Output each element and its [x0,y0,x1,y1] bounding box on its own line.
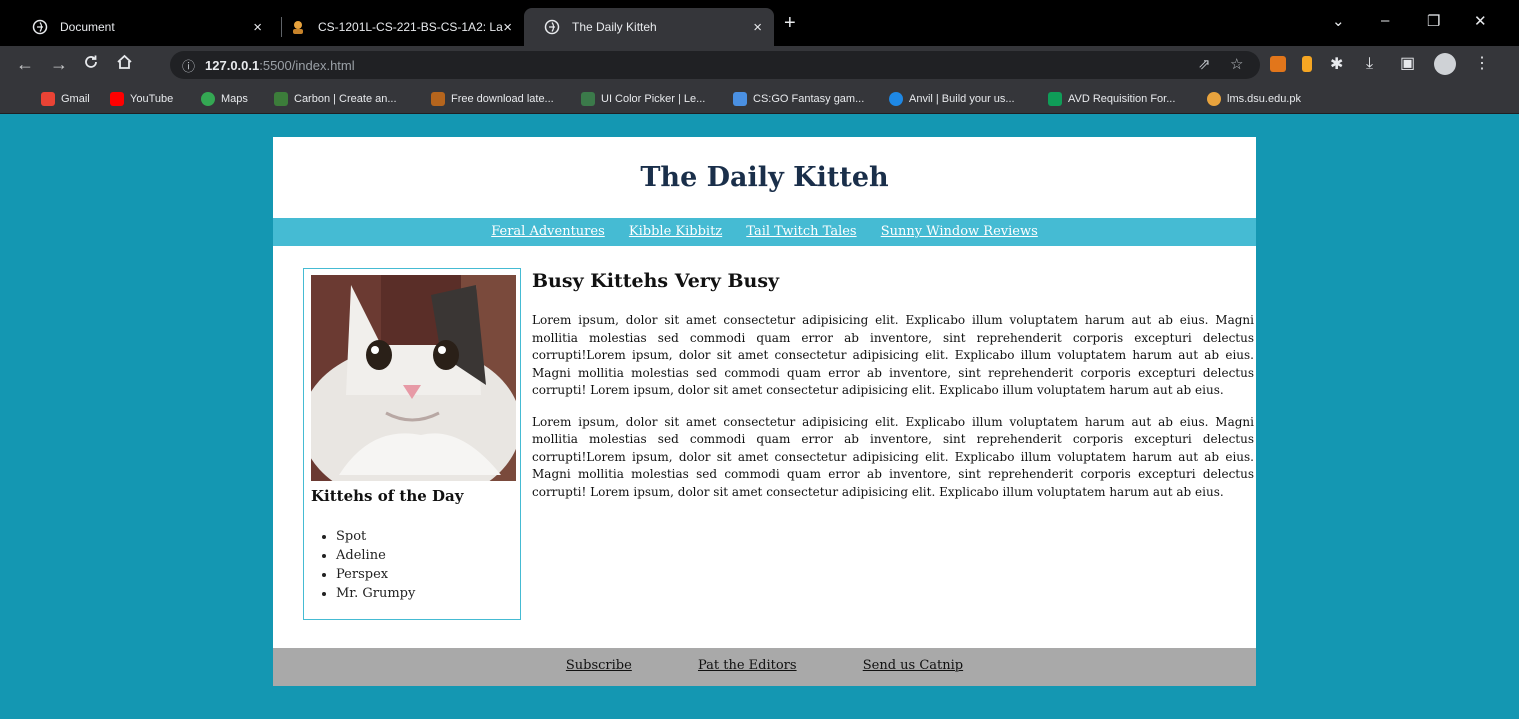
nav-link-feral-adventures[interactable]: Feral Adventures [491,224,605,239]
tab-lms[interactable]: CS-1201L-CS-221-BS-CS-1A2: La × [276,8,524,46]
tab-search-icon[interactable]: ⌄ [1332,12,1345,30]
bookmarks-bar: Gmail YouTube Maps Carbon | Create an...… [0,84,1519,114]
lms-icon [1207,92,1221,106]
minimize-button[interactable]: – [1381,12,1389,29]
extensions-puzzle-icon[interactable]: ✱ [1330,55,1343,75]
article-paragraph: Lorem ipsum, dolor sit amet consectetur … [532,313,1254,397]
nav-link-kibble-kibbitz[interactable]: Kibble Kibbitz [629,224,722,239]
nav-link-sunny-window-reviews[interactable]: Sunny Window Reviews [881,224,1038,239]
article: Busy Kittehs Very Busy Lorem ipsum, dolo… [532,268,1254,515]
kitten-list: Spot Adeline Perspex Mr. Grumpy [336,527,415,603]
footer-link-pat-the-editors[interactable]: Pat the Editors [698,658,797,673]
bookmark-ui-color-picker[interactable]: UI Color Picker | Le... [581,90,705,108]
list-item: Adeline [336,546,415,565]
metamask-extension-icon[interactable] [1270,56,1286,72]
cat-photo [311,275,516,481]
page-viewport: The Daily Kitteh Feral Adventures Kibble… [0,114,1519,719]
menu-kebab-icon[interactable]: ⋮ [1474,54,1490,74]
browser-toolbar: ← → ⓘ 127.0.0.1:5500/index.html ⇗ ☆ ✱ ⤓ … [0,46,1519,84]
tab-title: CS-1201L-CS-221-BS-CS-1A2: La [318,20,503,34]
globe-icon [32,19,48,35]
bookmark-gmail[interactable]: Gmail [41,90,90,108]
page-container: The Daily Kitteh Feral Adventures Kibble… [273,137,1256,686]
profile-avatar[interactable] [1434,53,1456,75]
bookmark-star-icon[interactable]: ☆ [1230,55,1243,73]
tab-title: Document [60,20,115,34]
close-tab-icon[interactable]: × [253,19,262,36]
list-item: Mr. Grumpy [336,584,415,603]
address-bar[interactable]: ⓘ 127.0.0.1:5500/index.html ⇗ ☆ [170,51,1260,79]
article-paragraph: Lorem ipsum, dolor sit amet consectetur … [532,414,1254,499]
sidebar-heading: Kittehs of the Day [311,487,464,505]
youtube-icon [110,92,124,106]
bookmark-free-download[interactable]: Free download late... [431,90,554,108]
download-site-icon [431,92,445,106]
list-item: Perspex [336,565,415,584]
list-item: Spot [336,527,415,546]
site-info-icon[interactable]: ⓘ [182,56,195,75]
bookmark-avd-requisition[interactable]: AVD Requisition For... [1048,90,1175,108]
home-icon[interactable] [116,54,133,74]
bookmark-csgo-fantasy[interactable]: CS:GO Fantasy gam... [733,90,864,108]
csgo-icon [733,92,747,106]
main-nav: Feral Adventures Kibble Kibbitz Tail Twi… [273,218,1256,246]
forward-arrow-icon[interactable]: → [50,54,68,74]
article-heading: Busy Kittehs Very Busy [532,270,780,292]
bookmark-maps[interactable]: Maps [201,90,248,108]
anvil-icon [889,92,903,106]
site-title: The Daily Kitteh [640,162,889,193]
bookmark-youtube[interactable]: YouTube [110,90,173,108]
footer: Subscribe Pat the Editors Send us Catnip [273,648,1256,686]
back-arrow-icon[interactable]: ← [16,54,34,74]
maps-icon [201,92,215,106]
color-picker-icon [581,92,595,106]
address-url: 127.0.0.1:5500/index.html [205,57,355,73]
restore-button[interactable]: ❐ [1427,12,1440,30]
share-icon[interactable]: ⇗ [1198,55,1211,73]
bookmark-carbon[interactable]: Carbon | Create an... [274,90,397,108]
tab-title: The Daily Kitteh [572,20,657,34]
bookmark-lms-dsu[interactable]: lms.dsu.edu.pk [1207,90,1301,108]
extension-icon[interactable] [1302,56,1312,72]
carbon-icon [274,92,288,106]
footer-link-subscribe[interactable]: Subscribe [566,658,632,673]
close-window-button[interactable]: ✕ [1474,12,1487,30]
bookmark-anvil[interactable]: Anvil | Build your us... [889,90,1015,108]
tab-strip: Document × CS-1201L-CS-221-BS-CS-1A2: La… [0,0,1519,46]
sidebar: Kittehs of the Day Spot Adeline Perspex … [303,268,521,620]
lms-favicon-icon [290,19,306,35]
globe-icon [544,19,560,35]
tab-daily-kitteh[interactable]: The Daily Kitteh × [524,8,774,46]
gmail-icon [41,92,55,106]
nav-link-tail-twitch-tales[interactable]: Tail Twitch Tales [746,224,856,239]
close-tab-icon[interactable]: × [503,19,512,36]
close-tab-icon[interactable]: × [753,19,762,36]
sheets-icon [1048,92,1062,106]
download-icon[interactable]: ⤓ [1366,54,1373,74]
new-tab-button[interactable]: + [784,12,796,35]
side-panel-icon[interactable]: ▣ [1400,54,1415,74]
reload-icon[interactable] [83,54,99,74]
footer-link-send-us-catnip[interactable]: Send us Catnip [863,658,963,673]
tab-document[interactable]: Document × [12,8,274,46]
